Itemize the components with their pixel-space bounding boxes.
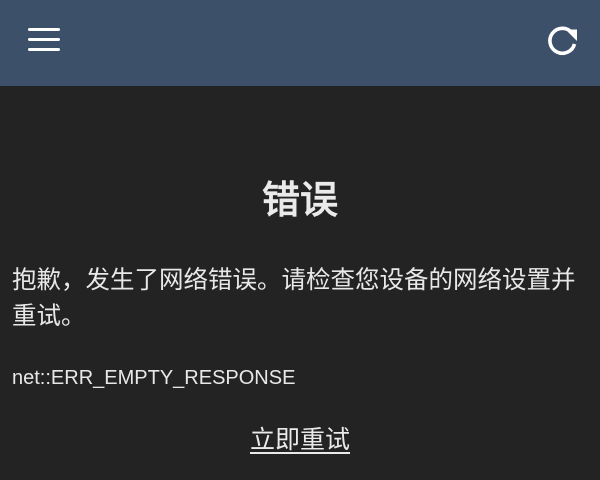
menu-line [28, 38, 60, 41]
error-message: 抱歉，发生了网络错误。请检查您设备的网络设置并重试。 [12, 265, 576, 330]
retry-now-label[interactable]: 立即重试 [250, 425, 350, 454]
retry-now-link[interactable]: 立即重试 [0, 422, 600, 458]
menu-line [28, 28, 60, 31]
hamburger-menu-icon[interactable] [22, 22, 66, 58]
error-title: 错误 [261, 178, 338, 222]
top-app-bar [0, 0, 600, 86]
error-code: net::ERR_EMPTY_RESPONSE [12, 367, 296, 389]
error-content: 错误 抱歉，发生了网络错误。请检查您设备的网络设置并重试。 net::ERR_E… [0, 86, 600, 480]
menu-line [28, 48, 60, 51]
refresh-icon-graphic [548, 26, 577, 56]
error-page: 错误 抱歉，发生了网络错误。请检查您设备的网络设置并重试。 net::ERR_E… [0, 0, 600, 480]
refresh-icon[interactable] [538, 18, 586, 62]
